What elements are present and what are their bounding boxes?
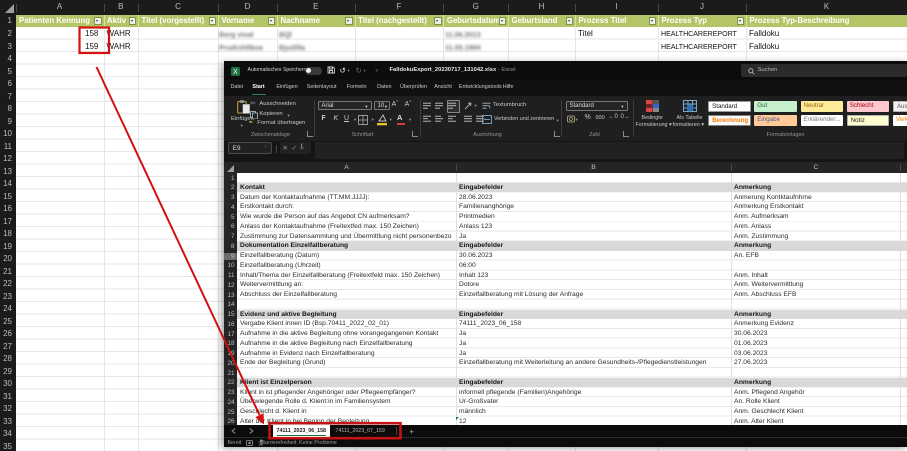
- svg-text:X: X: [233, 69, 238, 76]
